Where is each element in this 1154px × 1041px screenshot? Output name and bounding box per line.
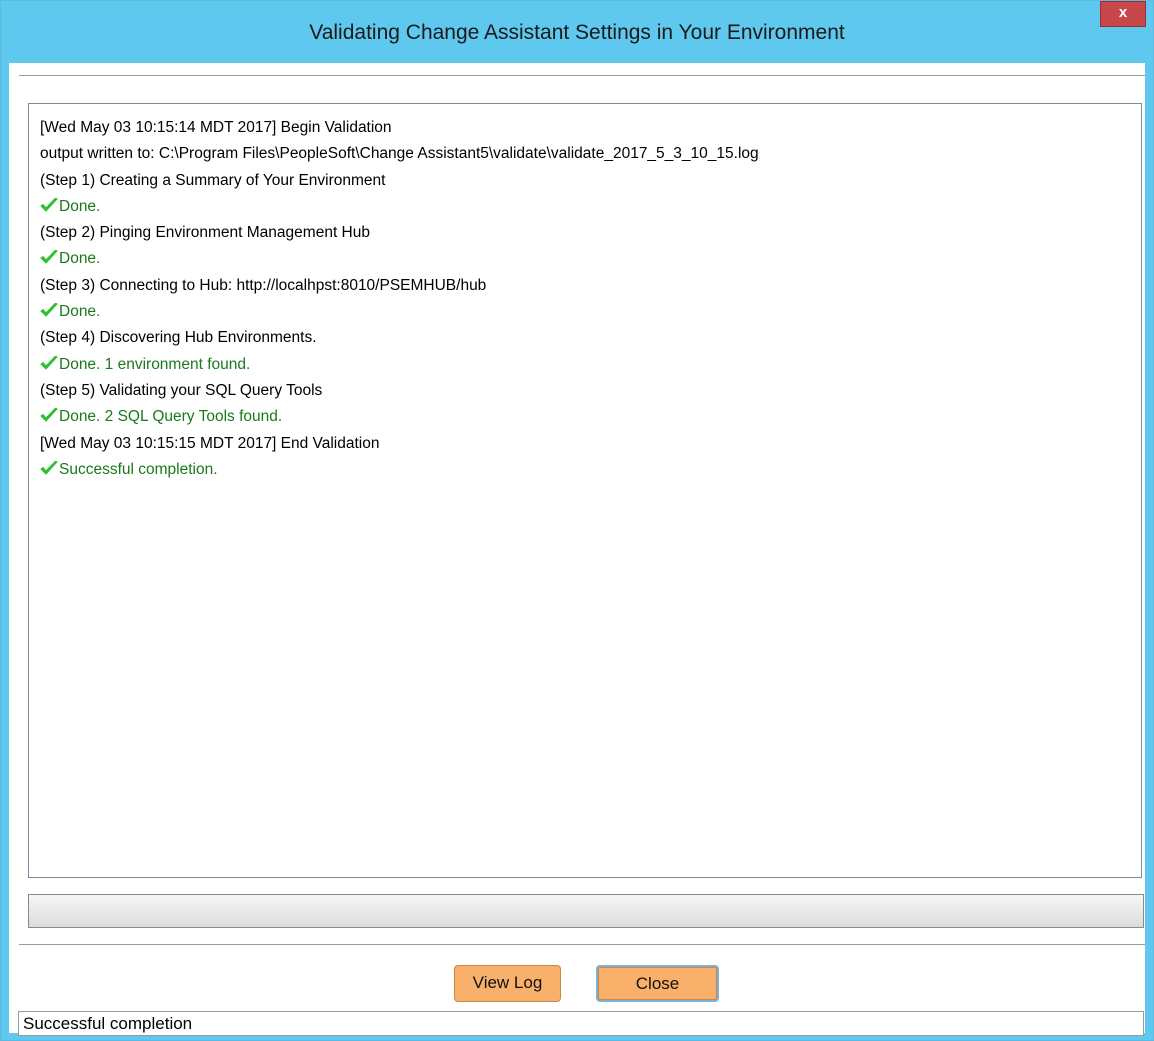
- log-line-text: [Wed May 03 10:15:14 MDT 2017] Begin Val…: [40, 119, 392, 136]
- validation-log-area[interactable]: [Wed May 03 10:15:14 MDT 2017] Begin Val…: [28, 103, 1142, 878]
- window-title: Validating Change Assistant Settings in …: [309, 21, 845, 44]
- bottom-separator: [19, 944, 1145, 946]
- title-bar[interactable]: Validating Change Assistant Settings in …: [1, 1, 1153, 63]
- log-line: (Step 2) Pinging Environment Management …: [40, 220, 1141, 246]
- log-line-text: Done.: [59, 197, 101, 215]
- log-line-text: Done.: [59, 303, 101, 321]
- log-line: (Step 4) Discovering Hub Environments.: [40, 325, 1141, 351]
- checkmark-icon: [40, 459, 59, 485]
- log-line: [Wed May 03 10:15:14 MDT 2017] Begin Val…: [40, 115, 1141, 141]
- status-bar: Successful completion: [18, 1011, 1144, 1036]
- top-separator: [19, 75, 1145, 77]
- log-line: (Step 1) Creating a Summary of Your Envi…: [40, 168, 1141, 194]
- log-line-text: (Step 4) Discovering Hub Environments.: [40, 329, 317, 347]
- checkmark-icon: [40, 354, 59, 380]
- dialog-body: [Wed May 03 10:15:14 MDT 2017] Begin Val…: [9, 63, 1145, 1036]
- log-line-success: Done.: [40, 194, 1141, 220]
- log-line-text: (Step 5) Validating your SQL Query Tools: [40, 381, 323, 399]
- checkmark-icon: [40, 301, 59, 327]
- close-button[interactable]: Close: [596, 965, 719, 1002]
- dialog-window: Validating Change Assistant Settings in …: [0, 0, 1154, 1041]
- log-line-success: Done. 1 environment found.: [40, 352, 1141, 378]
- log-line-text: (Step 1) Creating a Summary of Your Envi…: [40, 171, 386, 189]
- log-line: output written to: C:\Program Files\Peop…: [40, 141, 1141, 167]
- checkmark-icon: [40, 196, 59, 222]
- close-window-button[interactable]: x: [1100, 1, 1146, 27]
- log-line-text: [Wed May 03 10:15:15 MDT 2017] End Valid…: [40, 434, 380, 452]
- log-line: (Step 3) Connecting to Hub: http://local…: [40, 273, 1141, 299]
- log-line-text: Done. 1 environment found.: [59, 355, 251, 373]
- log-line: [Wed May 03 10:15:15 MDT 2017] End Valid…: [40, 431, 1141, 457]
- log-line-success: Done. 2 SQL Query Tools found.: [40, 404, 1141, 430]
- log-line: (Step 5) Validating your SQL Query Tools: [40, 378, 1141, 404]
- log-line-success: Done.: [40, 246, 1141, 272]
- log-line-text: (Step 3) Connecting to Hub: http://local…: [40, 276, 487, 294]
- checkmark-icon: [40, 248, 59, 274]
- log-line-text: (Step 2) Pinging Environment Management …: [40, 224, 370, 242]
- progress-bar: [28, 894, 1144, 928]
- log-line-success: Done.: [40, 299, 1141, 325]
- checkmark-icon: [40, 406, 59, 432]
- log-line-text: Done.: [59, 250, 101, 268]
- log-line-text: Successful completion.: [59, 460, 218, 478]
- view-log-button[interactable]: View Log: [454, 965, 561, 1002]
- log-line-text: output written to: C:\Program Files\Peop…: [40, 145, 759, 163]
- log-line-text: Done. 2 SQL Query Tools found.: [59, 408, 283, 426]
- log-line-success: Successful completion.: [40, 457, 1141, 483]
